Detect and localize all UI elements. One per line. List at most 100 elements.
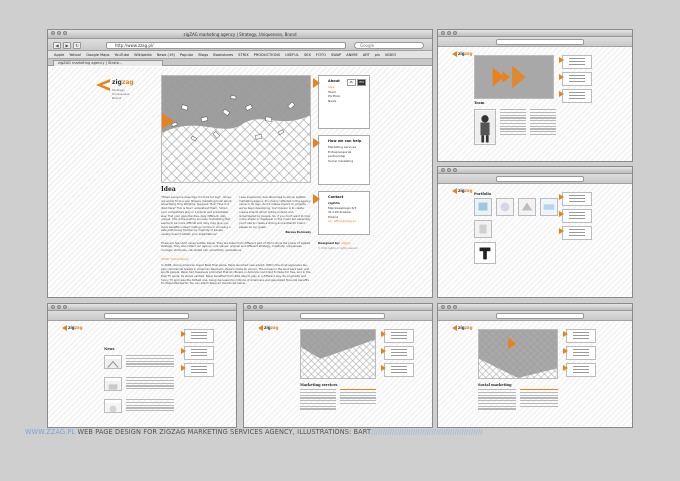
contact-email-link[interactable]: en: office@zzag.pl: [328, 219, 365, 224]
bookmarks-bar: Apple Yahoo! Google Maps YouTube Wikipedia Ne…: [48, 51, 432, 59]
sidebar-item-partnership[interactable]: Entrepreneurial partnership: [328, 150, 365, 159]
sidebar-about-box: PL EN About Idea Team Portfolio News: [313, 75, 370, 129]
article: Idea "When everyone does zigs, it's time…: [161, 186, 311, 286]
logo-icon: [452, 325, 457, 331]
mini-sidebar: [181, 329, 214, 380]
logo-tagline: Strategy Uniqueness Brand: [112, 88, 130, 100]
mini-logo: zigzag: [258, 325, 278, 331]
bookmark-item[interactable]: News (19): [157, 51, 175, 58]
tab-bar: zigZAG marketing agency | Strate...: [48, 59, 432, 66]
text-lines: [126, 355, 174, 369]
text-lines: [126, 377, 174, 391]
window-titlebar: zigZAG marketing agency | Strategy, Uniq…: [48, 30, 432, 39]
address-bar[interactable]: [300, 313, 385, 319]
bookmark-item[interactable]: USEFUL: [285, 51, 299, 58]
bookmark-item[interactable]: Apple: [54, 51, 64, 58]
address-bar[interactable]: [104, 313, 189, 319]
arrow-marker-icon: [313, 78, 320, 88]
text-lines: [478, 389, 516, 411]
mini-logo: zigzag: [452, 51, 472, 57]
portfolio-item-4: [540, 198, 558, 216]
bookmark-item[interactable]: ANIME: [346, 51, 358, 58]
bookmark-item[interactable]: SWAP: [331, 51, 341, 58]
designed-by: Designed by: ziggzy: [318, 241, 351, 245]
sidebar-contact-box: Contact zigZAG Malczewskiego 6/3 31-109 …: [313, 191, 370, 235]
forward-arrow-icon[interactable]: ▶: [63, 42, 71, 49]
bookmark-item[interactable]: Yahoo!: [69, 51, 81, 58]
text-lines: [340, 389, 376, 406]
logo-icon: [62, 325, 67, 331]
mini-sidebar: [381, 329, 414, 380]
bookmark-item[interactable]: STRIX: [238, 51, 249, 58]
address-bar[interactable]: [496, 313, 584, 319]
portfolio-item-5: [474, 220, 492, 238]
arrow-marker-icon: [313, 138, 320, 148]
text-lines: [126, 399, 174, 413]
caption-url-link[interactable]: WWW.ZZAG.PL: [25, 428, 75, 436]
sidebar-item-social[interactable]: Social marketing: [328, 159, 365, 164]
lang-pl-button[interactable]: PL: [347, 79, 356, 86]
footer-caption: WWW.ZZAG.PL WEB PAGE DESIGN FOR ZIGZAG M…: [25, 428, 483, 436]
section-heading: Social marketing: [478, 383, 512, 387]
arrow-marker-icon: [313, 194, 320, 204]
bookmark-item[interactable]: Blogs: [198, 51, 208, 58]
lang-en-button[interactable]: EN: [357, 79, 366, 86]
sidebar-contact-title: Contact: [328, 195, 344, 199]
zigzag-logo-icon: [96, 79, 110, 91]
sidebar-help-box: How we can help Marketing services Entre…: [313, 135, 370, 185]
bookmark-item[interactable]: pls: [375, 51, 380, 58]
copyright: © 2010 zigZAG All rights reserved: [318, 247, 358, 250]
address-bar[interactable]: [496, 39, 584, 45]
text-lines: [300, 389, 336, 411]
mini-sidebar: [563, 329, 596, 380]
mini-logo: zigzag: [452, 325, 472, 331]
page-content: zigzag Strategy Uniqueness Brand Idea "W…: [48, 67, 432, 297]
signature: Barosa Kornosky: [285, 230, 312, 235]
bookmark-item[interactable]: PRODUCTIONS: [254, 51, 280, 58]
bookmark-item[interactable]: YouTube: [115, 51, 130, 58]
sidebar-help-title: How we can help: [328, 139, 362, 143]
intro-paragraph: There are few short cases written below.…: [161, 240, 311, 253]
reload-icon[interactable]: ↻: [73, 42, 81, 49]
bookmark-item[interactable]: Popular: [180, 51, 193, 58]
news-thumb-3: [104, 399, 122, 413]
portfolio-item-1: [474, 198, 492, 216]
window-title: zigZAG marketing agency | Strategy, Uniq…: [183, 32, 297, 37]
bookmark-item[interactable]: Bookstores: [213, 51, 233, 58]
address-bar[interactable]: http://www.zzag.pl/: [106, 42, 346, 49]
section-heading: News: [104, 347, 115, 351]
thumbnail-window-news: zigzag News: [47, 303, 237, 428]
bookmark-item[interactable]: Wikipedia: [134, 51, 152, 58]
bookmark-item[interactable]: FOTO: [316, 51, 326, 58]
address-bar[interactable]: [496, 176, 584, 182]
logo-icon: [452, 51, 457, 57]
case-link[interactable]: 2008 "Advertising": [161, 257, 311, 261]
logo-icon: [452, 188, 457, 194]
portfolio-item-3: [518, 198, 536, 216]
thumbnail-window-team: zigzag Team: [437, 29, 633, 162]
logo-icon: [258, 325, 263, 331]
news-thumb-2: [104, 377, 122, 391]
page-title: Idea: [161, 186, 176, 193]
sidebar-item-news[interactable]: News: [328, 99, 365, 104]
section-heading: Portfolio: [474, 192, 492, 196]
portfolio-item-2: [496, 198, 514, 216]
caption-text: WEB PAGE DESIGN FOR ZIGZAG MARKETING SER…: [75, 428, 372, 436]
bookmark-item[interactable]: VIDEO: [385, 51, 396, 58]
bookmark-item[interactable]: Google Maps: [86, 51, 109, 58]
search-input[interactable]: Google: [354, 42, 424, 49]
mini-logo: zigzag: [452, 188, 472, 194]
section-heading: Team: [474, 101, 485, 105]
designer-link[interactable]: ziggzy: [341, 241, 351, 245]
text-lines: [520, 389, 558, 408]
team-banner: [474, 55, 554, 99]
text-lines: [530, 109, 556, 137]
team-photo: [474, 109, 496, 145]
tab-active[interactable]: zigZAG marketing agency | Strate...: [53, 60, 163, 66]
back-arrow-icon[interactable]: ◀: [53, 42, 61, 49]
bookmark-item[interactable]: ART: [363, 51, 370, 58]
bookmark-item[interactable]: SEX: [304, 51, 311, 58]
logo-name-b: zag: [121, 79, 134, 86]
news-thumb-1: [104, 355, 122, 369]
hero-illustration: [161, 75, 311, 183]
